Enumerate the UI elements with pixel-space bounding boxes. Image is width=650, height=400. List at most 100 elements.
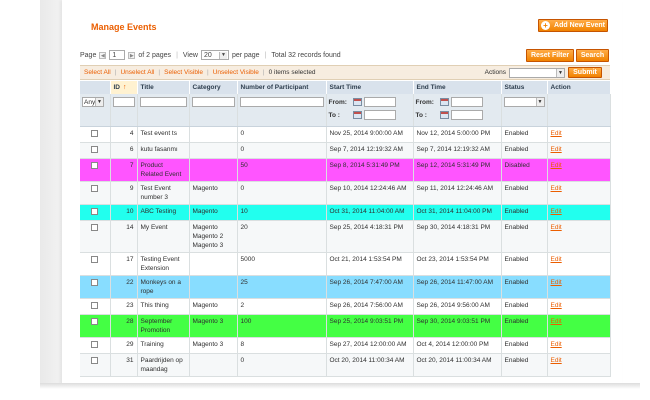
row-checkbox[interactable] [91, 208, 99, 215]
unselect-all-link[interactable]: Unselect All [120, 69, 154, 76]
reset-filter-button[interactable]: Reset Filter [526, 49, 574, 62]
header-id[interactable]: ID ↑ [110, 81, 138, 94]
row-checkbox-cell [80, 204, 111, 221]
prev-page-icon[interactable]: ◀ [99, 51, 107, 59]
filter-title-cell [137, 94, 190, 127]
edit-link[interactable]: Edit [551, 318, 562, 325]
header-title[interactable]: Title [137, 81, 190, 94]
header-participants[interactable]: Number of Participant [237, 81, 327, 94]
edit-link[interactable]: Edit [551, 224, 562, 231]
row-checkbox[interactable] [91, 279, 99, 286]
page-number-input[interactable]: 1 [109, 50, 126, 60]
table-row[interactable]: 10 ABC Testing Magento 10 Oct 31, 2014 11:04… [80, 204, 611, 221]
end-to-input[interactable] [450, 110, 483, 120]
cell-start-time: Sep 25, 2014 9:03:51 PM [326, 314, 414, 338]
row-checkbox[interactable] [91, 185, 99, 192]
next-page-icon[interactable]: ▶ [128, 51, 136, 59]
header-end-time[interactable]: End Time [413, 81, 502, 94]
cell-title: ABC Testing [137, 204, 190, 221]
table-row[interactable]: 9 Test Event number 3 Magento 0 Sep 10, 2014… [80, 181, 611, 205]
cell-title: Test Event number 3 [137, 181, 190, 205]
header-status[interactable]: Status [501, 81, 548, 94]
cell-status: Enabled [501, 126, 548, 143]
edit-link[interactable]: Edit [551, 208, 562, 215]
end-from-input[interactable] [450, 97, 483, 107]
cell-id: 29 [110, 337, 138, 354]
calendar-icon[interactable] [352, 98, 362, 106]
cell-title: Paardrijden op maandag [137, 353, 190, 377]
row-checkbox[interactable] [91, 130, 99, 137]
table-row[interactable]: 23 This thing Magento 2 Sep 26, 2014 7:56:00… [80, 298, 611, 315]
row-checkbox[interactable] [91, 318, 99, 325]
grid-filter-row: Any ▼ From: To : From: To : ▼ [80, 94, 611, 127]
row-checkbox-cell [80, 220, 111, 253]
cell-id: 28 [110, 314, 138, 338]
filter-id-input[interactable] [112, 97, 135, 107]
filter-id-cell [110, 94, 138, 127]
table-row[interactable]: 29 Training Magento 3 8 Sep 27, 2014 12:00:0… [80, 337, 611, 354]
calendar-icon[interactable] [439, 98, 449, 106]
header-category[interactable]: Category [189, 81, 238, 94]
edit-link[interactable]: Edit [551, 279, 562, 286]
per-page-select[interactable]: 20 ▼ [200, 50, 229, 60]
select-all-link[interactable]: Select All [84, 69, 111, 76]
table-row[interactable]: 28 September Promotion Magento 3 100 Sep 25,… [80, 314, 611, 338]
calendar-icon[interactable] [352, 111, 362, 119]
row-checkbox[interactable] [91, 256, 99, 263]
search-button[interactable]: Search [576, 49, 609, 62]
edit-link[interactable]: Edit [551, 162, 562, 169]
plus-icon: + [541, 21, 551, 30]
unselect-visible-link[interactable]: Unselect Visible [213, 69, 259, 76]
cell-start-time: Sep 10, 2014 12:24:46 AM [326, 181, 414, 205]
cell-action: Edit [547, 142, 611, 159]
edit-link[interactable]: Edit [551, 185, 562, 192]
filter-status-select[interactable]: ▼ [503, 97, 545, 107]
table-row[interactable]: 4 Test event ts 0 Nov 25, 2014 9:00:00 AM No… [80, 126, 611, 143]
chevron-down-icon: ▼ [535, 98, 544, 106]
edit-link[interactable]: Edit [551, 130, 562, 137]
add-new-event-button[interactable]: + Add New Event [538, 19, 608, 32]
filter-end-cell: From: To : [413, 94, 502, 127]
row-checkbox[interactable] [91, 341, 99, 348]
cell-action: Edit [547, 314, 611, 338]
massaction-separator: | [207, 69, 209, 76]
start-from-input[interactable] [363, 97, 396, 107]
actions-select[interactable]: ▼ [509, 67, 565, 78]
view-label: View [182, 51, 198, 59]
submit-button[interactable]: Submit [568, 67, 602, 78]
header-start-time[interactable]: Start Time [326, 81, 414, 94]
table-row[interactable]: 6 kutu fasanmı 0 Sep 7, 2014 12:19:32 AM Sep… [80, 142, 611, 159]
cell-end-time: Oct 4, 2014 12:00:00 PM [413, 337, 502, 354]
filter-participants-input[interactable] [239, 97, 324, 107]
add-new-event-label: Add New Event [554, 22, 605, 29]
select-visible-link[interactable]: Select Visible [164, 69, 203, 76]
row-checkbox[interactable] [91, 302, 99, 309]
cell-participants: 10 [237, 204, 327, 221]
row-checkbox[interactable] [91, 146, 99, 153]
cell-title: September Promotion [137, 314, 190, 338]
edit-link[interactable]: Edit [551, 146, 562, 153]
filter-title-input[interactable] [139, 97, 187, 107]
table-row[interactable]: 7 Product Related Event 50 Sep 8, 2014 5:31… [80, 158, 611, 182]
row-checkbox[interactable] [91, 357, 99, 364]
table-row[interactable]: 17 Testing Event Extension 5000 Oct 21, 201… [80, 252, 611, 276]
table-row[interactable]: 14 My Event Magento Magento 2 Magento 3 20 S… [80, 220, 611, 253]
edit-link[interactable]: Edit [551, 357, 562, 364]
start-to-input[interactable] [363, 110, 396, 120]
cell-id: 31 [110, 353, 138, 377]
cell-id: 14 [110, 220, 138, 253]
cell-status: Enabled [501, 220, 548, 253]
row-checkbox[interactable] [91, 162, 99, 169]
edit-link[interactable]: Edit [551, 302, 562, 309]
table-row[interactable]: 22 Monkeys on a rope 25 Sep 26, 2014 7:47:0… [80, 275, 611, 299]
panel-bottom-shadow [40, 383, 640, 389]
edit-link[interactable]: Edit [551, 256, 562, 263]
filter-category-input[interactable] [191, 97, 235, 107]
row-checkbox[interactable] [91, 224, 99, 231]
cell-action: Edit [547, 204, 611, 221]
edit-link[interactable]: Edit [551, 341, 562, 348]
filter-any-select[interactable]: Any ▼ [82, 97, 104, 107]
calendar-icon[interactable] [439, 111, 449, 119]
table-row[interactable]: 31 Paardrijden op maandag 0 Oct 20, 2014 11… [80, 353, 611, 377]
of-pages-text: of 2 pages [138, 51, 172, 59]
